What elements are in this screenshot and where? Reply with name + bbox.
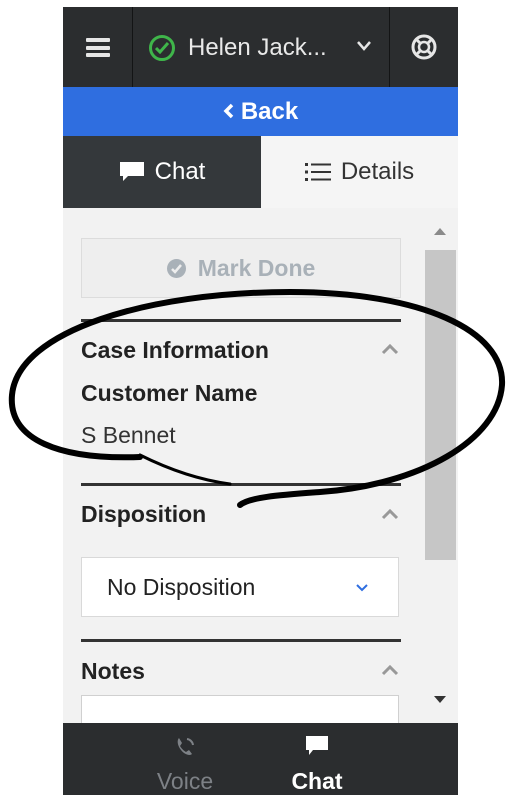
agent-panel: Helen Jack... Back Chat Details Mark Don… — [63, 7, 458, 795]
disposition-selected-value: No Disposition — [107, 573, 256, 600]
check-circle-icon — [166, 258, 186, 278]
case-information-header[interactable]: Case Information — [81, 337, 269, 364]
hamburger-icon — [86, 38, 110, 57]
mark-done-button[interactable]: Mark Done — [81, 238, 401, 298]
chevron-down-icon — [357, 41, 371, 51]
scrollbar-thumb[interactable] — [425, 250, 456, 560]
bottom-tab-voice[interactable]: Voice — [125, 723, 245, 795]
tab-bar: Chat Details — [63, 136, 458, 208]
life-ring-icon — [411, 34, 437, 60]
notes-header[interactable]: Notes — [81, 658, 145, 685]
agent-status-dropdown[interactable]: Helen Jack... — [133, 7, 390, 87]
chevron-up-icon[interactable] — [381, 664, 399, 676]
chevron-down-icon — [356, 584, 368, 592]
tab-chat-label: Chat — [154, 158, 206, 185]
agent-name: Helen Jack... — [188, 34, 327, 61]
tab-chat[interactable]: Chat — [63, 136, 261, 208]
list-icon — [304, 163, 331, 181]
disposition-header[interactable]: Disposition — [81, 501, 206, 528]
chevron-left-icon — [223, 103, 234, 119]
chevron-up-icon[interactable] — [381, 508, 399, 520]
chat-bubble-icon — [306, 736, 328, 755]
phone-icon — [177, 738, 194, 755]
scroll-down-arrow-icon[interactable] — [434, 696, 446, 704]
top-bar: Helen Jack... — [63, 7, 458, 87]
tab-details[interactable]: Details — [261, 136, 458, 208]
section-divider — [81, 483, 401, 486]
tab-details-label: Details — [340, 158, 415, 185]
support-button[interactable] — [390, 7, 458, 87]
section-divider — [81, 319, 401, 322]
bottom-nav: Voice Chat — [63, 723, 458, 795]
bottom-tab-voice-label: Voice — [156, 768, 214, 794]
bottom-tab-chat[interactable]: Chat — [257, 723, 377, 795]
bottom-tab-chat-label: Chat — [291, 768, 343, 794]
back-button[interactable]: Back — [63, 87, 458, 136]
disposition-select[interactable]: No Disposition — [81, 557, 399, 617]
mark-done-label: Mark Done — [197, 254, 316, 281]
chat-bubble-icon — [119, 162, 144, 181]
chevron-up-icon[interactable] — [381, 343, 399, 355]
details-content: Mark Done Case Information Customer Name… — [63, 208, 423, 735]
main-menu-button[interactable] — [63, 7, 133, 87]
back-label: Back — [240, 98, 299, 125]
customer-name-value: S Bennet — [81, 422, 176, 448]
customer-name-label: Customer Name — [81, 380, 258, 406]
scrollbar[interactable] — [423, 208, 458, 723]
scroll-up-arrow-icon[interactable] — [434, 227, 446, 235]
section-divider — [81, 639, 401, 642]
ready-status-icon — [149, 35, 175, 61]
